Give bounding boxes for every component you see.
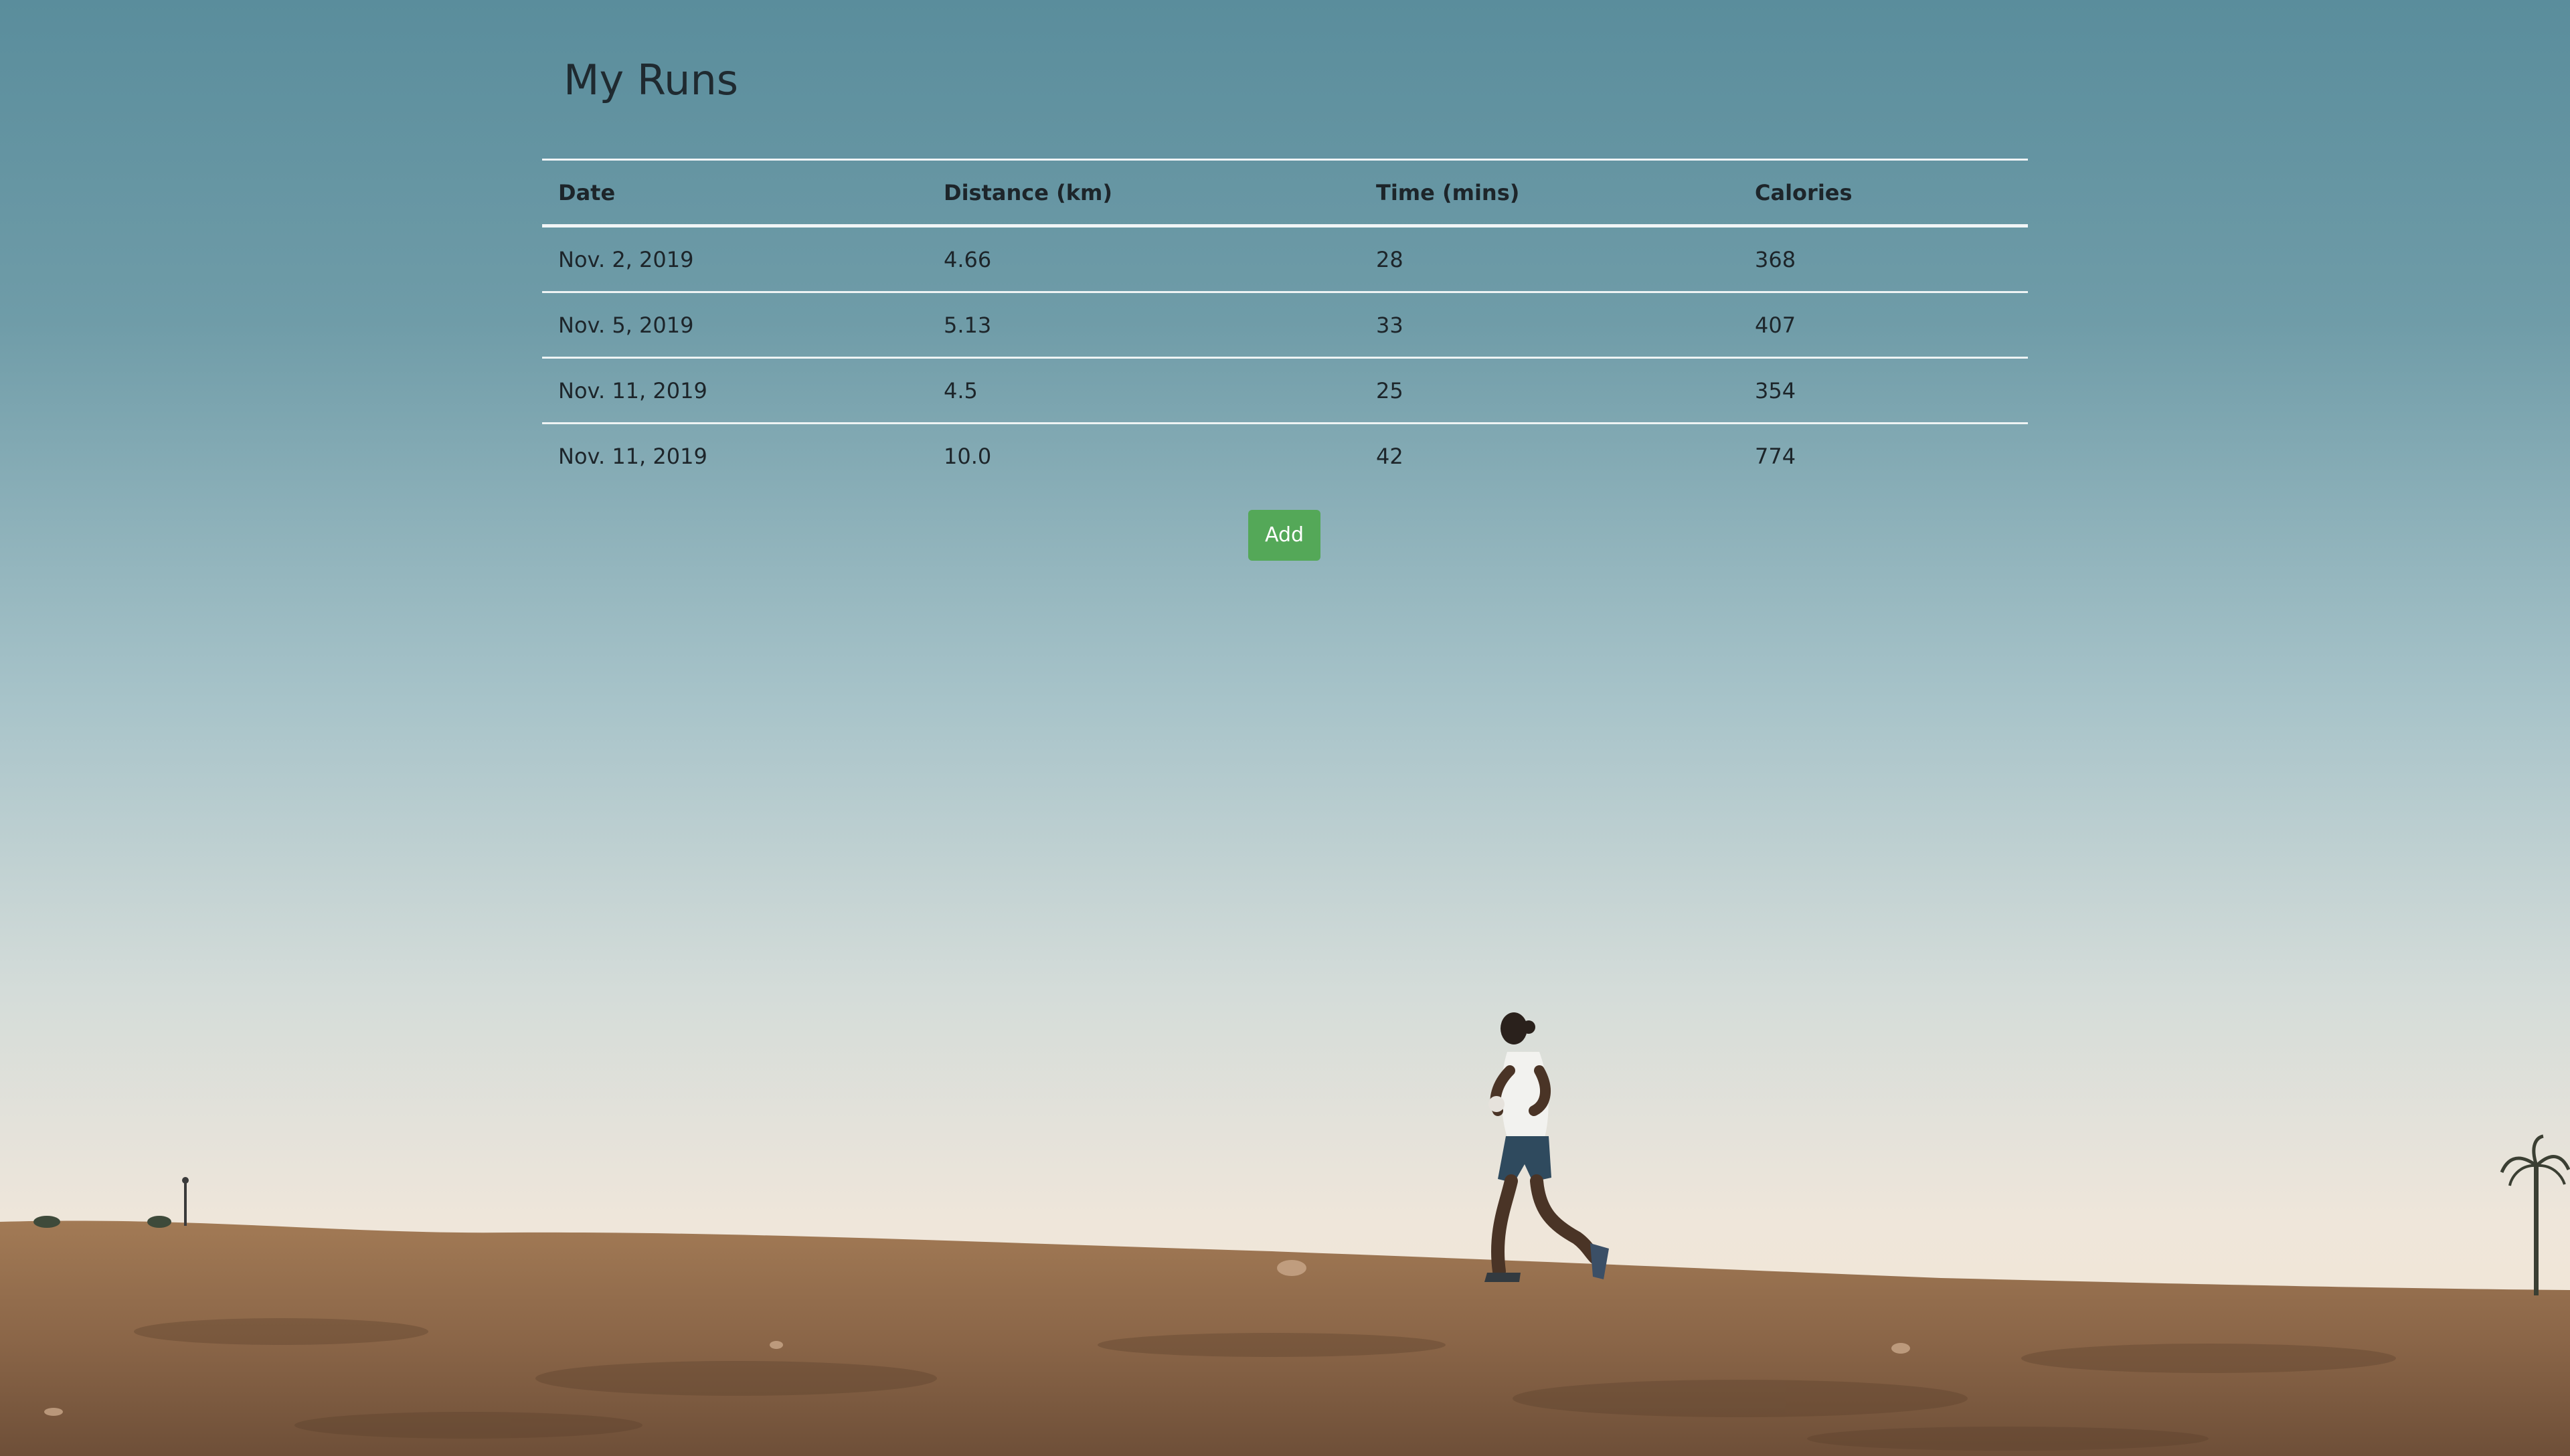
cell-calories: 368 — [1755, 246, 1796, 272]
page-title: My Runs — [564, 56, 739, 104]
cell-distance: 4.66 — [944, 246, 992, 272]
table-body: Nov. 2, 2019 4.66 28 368 Nov. 5, 2019 5.… — [542, 226, 2028, 488]
cell-date: Nov. 11, 2019 — [542, 357, 928, 424]
cell-date: Nov. 5, 2019 — [542, 291, 928, 358]
column-header-calories: Calories — [1739, 159, 2028, 227]
cell-date: Nov. 11, 2019 — [542, 422, 928, 488]
cell-calories: 774 — [1739, 422, 2028, 488]
column-header-time: Time (mins) — [1360, 159, 1739, 227]
table-row: Nov. 2, 2019 4.66 28 368 — [542, 226, 2028, 292]
cell-distance: 4.5 — [928, 357, 1360, 424]
cell-distance: 10.0 — [928, 422, 1360, 488]
table-row: Nov. 11, 2019 4.5 25 354 — [542, 357, 2028, 424]
cell-date: Nov. 2, 2019 — [558, 246, 694, 272]
column-header-distance: Distance (km) — [928, 159, 1360, 227]
cell-calories: 407 — [1739, 291, 2028, 358]
cell-calories: 354 — [1739, 357, 2028, 424]
cell-time: 33 — [1360, 291, 1739, 358]
cell-distance: 5.13 — [928, 291, 1360, 358]
cell-time: 28 — [1376, 246, 1403, 272]
column-header-date: Date — [542, 159, 928, 227]
header-row: Date Distance (km) Time (mins) Calories — [542, 159, 2028, 227]
table-header: Date Distance (km) Time (mins) Calories — [542, 159, 2028, 227]
cell-time: 25 — [1360, 357, 1739, 424]
table-row: Nov. 5, 2019 5.13 33 407 — [542, 291, 2028, 358]
table-row: Nov. 11, 2019 10.0 42 774 — [542, 422, 2028, 488]
add-run-button[interactable]: Add — [1248, 510, 1320, 561]
cell-time: 42 — [1360, 422, 1739, 488]
runs-table: Date Distance (km) Time (mins) Calories … — [542, 159, 2028, 488]
